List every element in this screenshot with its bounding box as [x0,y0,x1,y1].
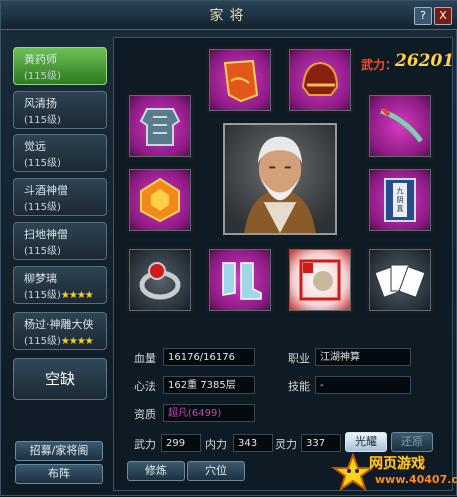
hero-level: (115级) [24,115,61,126]
hero-level: (115级) [24,246,61,257]
neili-label: 内力 [205,438,227,451]
card-icon [299,259,341,301]
recruit-button[interactable]: 招募/家将阁 [15,441,103,461]
wuli-label: 武力 [134,438,156,451]
hero-level-text: (115级) [24,290,61,301]
equip-slot-sword[interactable] [367,93,433,159]
acupoint-button[interactable]: 穴位 [187,461,245,481]
book-title-char: 真 [397,204,404,213]
help-button[interactable]: ? [414,7,432,25]
hero-level: (115级)★★★★ [24,332,106,347]
power-value: 26201 [395,51,455,71]
title-bar: 家将 ? X [1,1,457,30]
book-icon: 九阴真 [384,178,416,222]
hero-item-5[interactable]: 柳梦璃 (115级)★★★★ [13,266,107,304]
hp-value: 16176/16176 [163,348,255,366]
hero-name: 黄药师 [24,53,57,66]
book-title-char: 九 [397,186,404,195]
hero-name: 斗酒神僧 [24,184,68,197]
job-label: 职业 [288,352,310,365]
hero-item-2[interactable]: 觉远 (115级) [13,134,107,172]
hero-item-0[interactable]: 黄药师 (115级) [13,47,107,85]
skill-label: 技能 [288,380,310,393]
sword-icon [380,107,424,143]
star-rating: ★★★★ [60,336,94,347]
hero-item-1[interactable]: 风清扬 (115级) [13,91,107,129]
window-title: 家将 [209,8,250,24]
ring-icon [139,262,181,300]
lingli-label: 灵力 [275,438,297,451]
hero-name: 扫地神僧 [24,228,68,241]
helmet-icon [301,61,339,96]
hero-level: (115级) [24,71,61,82]
star-rating: ★★★★ [60,290,94,301]
hero-level: (115级) [24,202,61,213]
playing-cards-icon [375,264,425,298]
wuli-value: 299 [161,434,201,452]
method-label: 心法 [134,380,156,393]
formation-button[interactable]: 布阵 [15,464,103,484]
watermark-text: 网页游戏 [369,456,425,472]
hero-name: 风清扬 [24,97,57,110]
equip-slot-helmet[interactable] [287,47,353,113]
hero-item-3[interactable]: 斗酒神僧 (115级) [13,178,107,216]
neili-value: 343 [233,434,273,452]
lingli-value: 337 [301,434,341,452]
quality-label: 资质 [134,408,156,421]
close-button[interactable]: X [434,7,452,25]
equip-slot-ring[interactable] [127,247,193,313]
equip-slot-cards[interactable] [367,247,433,313]
hero-window: 家将 ? X 黄药师 (115级) 风清扬 (115级) 觉远 (115级) 斗… [0,0,457,496]
equip-slot-armor[interactable] [127,93,193,159]
hero-level: (115级) [24,158,61,169]
hero-item-6[interactable]: 杨过·神雕大侠 (115级)★★★★ [13,312,107,350]
hp-label: 血量 [134,352,156,365]
restore-button[interactable]: 还原 [391,432,433,452]
hero-level: (115级)★★★★ [24,286,106,301]
train-button[interactable]: 修炼 [127,461,185,481]
equip-slot-card[interactable] [287,247,353,313]
gem-icon [140,177,180,223]
quality-value: 超凡(6499) [163,404,255,422]
hero-name: 杨过·神雕大侠 [24,318,94,331]
illuminate-button[interactable]: 光耀 [345,432,387,452]
equip-slot-cape[interactable] [207,47,273,113]
hero-name: 觉远 [24,140,46,153]
watermark-url: www.40407.com [375,473,457,486]
book-title-char: 阴 [397,195,404,204]
hero-level-text: (115级) [24,336,61,347]
equip-slot-boots[interactable] [207,247,273,313]
boots-icon [222,262,262,300]
job-value: 江湖神算 [315,348,411,366]
equip-slot-gem[interactable] [127,167,193,233]
hero-portrait [223,123,337,235]
power-label: 武力： [361,58,398,72]
empty-hero-slot[interactable]: 空缺 [13,358,107,400]
hero-item-4[interactable]: 扫地神僧 (115级) [13,222,107,260]
skill-value: - [315,376,411,394]
hero-name: 柳梦璃 [24,272,57,285]
method-value: 162重 7385层 [163,376,255,394]
armor-icon [139,108,181,146]
cape-icon [223,59,259,103]
hero-portrait-image [244,136,316,233]
equip-slot-book[interactable]: 九阴真 [367,167,433,233]
